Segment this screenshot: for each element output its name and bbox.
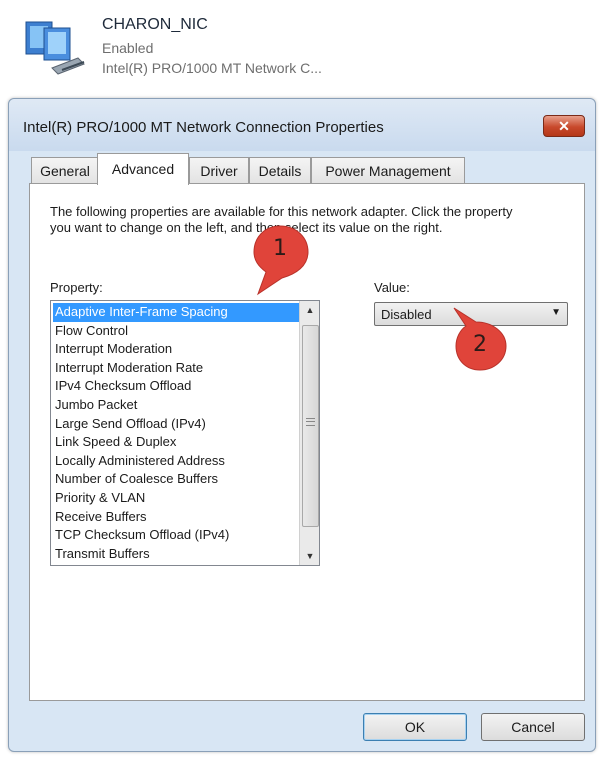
properties-dialog: Intel(R) PRO/1000 MT Network Connection …: [8, 98, 596, 752]
annotation-marker-1: 1: [252, 222, 316, 296]
chevron-down-icon: ▼: [551, 307, 561, 318]
tab-details[interactable]: Details: [249, 157, 311, 183]
property-item-interrupt-moderation[interactable]: Interrupt Moderation: [53, 340, 299, 359]
dialog-title: Intel(R) PRO/1000 MT Network Connection …: [23, 119, 384, 136]
property-item-ipv4-checksum-offload[interactable]: IPv4 Checksum Offload: [53, 377, 299, 396]
property-item-large-send-offload[interactable]: Large Send Offload (IPv4): [53, 415, 299, 434]
annotation-number: 1: [273, 236, 287, 261]
property-item-priority-vlan[interactable]: Priority & VLAN: [53, 489, 299, 508]
scroll-thumb[interactable]: [302, 325, 319, 527]
adapter-device-name: Intel(R) PRO/1000 MT Network C...: [102, 60, 322, 76]
property-item-adaptive-inter-frame-spacing[interactable]: Adaptive Inter-Frame Spacing: [53, 303, 299, 322]
scroll-down-icon[interactable]: ▼: [300, 547, 319, 565]
annotation-number: 2: [473, 332, 487, 357]
property-item-jumbo-packet[interactable]: Jumbo Packet: [53, 396, 299, 415]
close-button[interactable]: ✕: [543, 115, 585, 137]
tab-driver[interactable]: Driver: [189, 157, 249, 183]
property-item-flow-control[interactable]: Flow Control: [53, 322, 299, 341]
network-adapter-icon: [22, 18, 92, 82]
property-label: Property:: [50, 280, 103, 295]
property-item-tcp-checksum-offload[interactable]: TCP Checksum Offload (IPv4): [53, 526, 299, 545]
property-item-receive-buffers[interactable]: Receive Buffers: [53, 508, 299, 527]
adapter-status: Enabled: [102, 40, 154, 56]
tab-advanced[interactable]: Advanced: [97, 153, 189, 185]
annotation-marker-2: 2: [452, 304, 516, 378]
property-item-link-speed-duplex[interactable]: Link Speed & Duplex: [53, 433, 299, 452]
dialog-titlebar[interactable]: Intel(R) PRO/1000 MT Network Connection …: [9, 99, 595, 151]
property-item-number-of-coalesce-buffers[interactable]: Number of Coalesce Buffers: [53, 470, 299, 489]
property-list-scrollbar[interactable]: ▲ ▼: [299, 301, 319, 565]
scroll-up-icon[interactable]: ▲: [300, 301, 319, 319]
tab-general[interactable]: General: [31, 157, 99, 183]
scroll-grip-icon: [306, 418, 315, 426]
property-list: Adaptive Inter-Frame Spacing Flow Contro…: [53, 303, 299, 563]
value-label: Value:: [374, 280, 410, 295]
network-adapter-header: CHARON_NIC Enabled Intel(R) PRO/1000 MT …: [0, 0, 600, 92]
property-listbox[interactable]: Adaptive Inter-Frame Spacing Flow Contro…: [50, 300, 320, 566]
ok-button[interactable]: OK: [363, 713, 467, 741]
property-item-interrupt-moderation-rate[interactable]: Interrupt Moderation Rate: [53, 359, 299, 378]
property-item-locally-administered-address[interactable]: Locally Administered Address: [53, 452, 299, 471]
cancel-button[interactable]: Cancel: [481, 713, 585, 741]
close-icon: ✕: [558, 118, 570, 134]
adapter-name: CHARON_NIC: [102, 16, 208, 33]
property-item-transmit-buffers[interactable]: Transmit Buffers: [53, 545, 299, 564]
tab-power-management[interactable]: Power Management: [311, 157, 465, 183]
value-dropdown-selected: Disabled: [381, 307, 432, 322]
